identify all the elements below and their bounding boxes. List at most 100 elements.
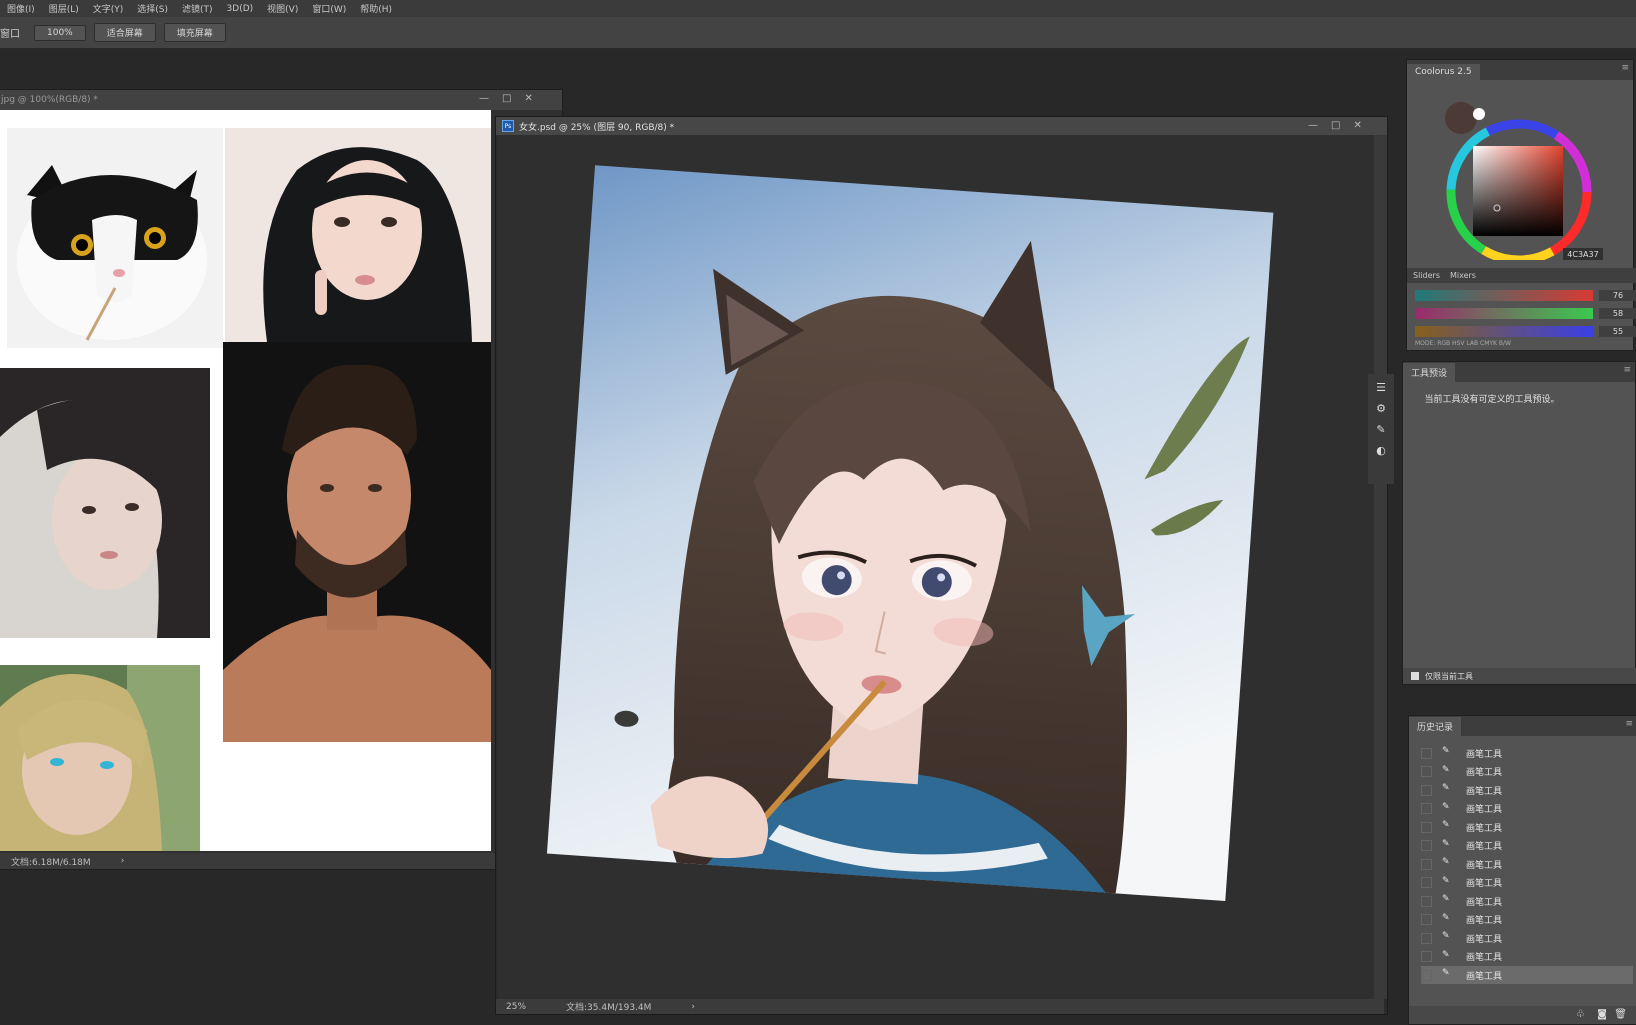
panel-menu-icon[interactable]: ≡ [1621, 63, 1629, 73]
menu-filter[interactable]: 滤镜(T) [175, 2, 220, 15]
panel-menu-icon[interactable]: ≡ [1623, 365, 1631, 375]
zoom-100-button[interactable]: 100% [34, 24, 86, 41]
history-item[interactable]: ✎ 画笔工具 [1421, 837, 1633, 855]
history-source-checkbox[interactable] [1421, 784, 1432, 796]
menu-window[interactable]: 窗口(W) [305, 2, 353, 15]
reference-collage [0, 128, 491, 851]
history-item[interactable]: ✎ 画笔工具 [1421, 874, 1633, 892]
brush-icon: ✎ [1442, 949, 1450, 960]
history-source-checkbox[interactable] [1421, 895, 1432, 907]
history-item-label: 画笔工具 [1466, 768, 1503, 778]
history-source-checkbox[interactable] [1421, 932, 1432, 944]
blue-value[interactable]: 55 [1599, 326, 1636, 337]
tab-mixers[interactable]: Mixers [1450, 271, 1476, 280]
tab-sliders[interactable]: Sliders [1413, 271, 1440, 280]
options-window-label: 窗口 [0, 29, 20, 40]
new-document-from-state-icon[interactable]: ♧ [1576, 1009, 1585, 1020]
color-wheel[interactable] [1437, 90, 1617, 260]
main-window-titlebar[interactable]: Ps 女女.psd @ 25% (图层 90, RGB/8) * [496, 117, 1387, 135]
menu-type[interactable]: 文字(Y) [86, 2, 131, 15]
history-source-checkbox[interactable] [1421, 803, 1432, 814]
coolorus-panel: Coolorus 2.5 ≡ 4C3A37 Sliders Mixers 76 … [1406, 59, 1636, 351]
menu-select[interactable]: 选择(S) [130, 2, 175, 15]
brush-icon: ✎ [1442, 820, 1450, 830]
history-item[interactable]: ✎ 画笔工具 [1421, 763, 1633, 781]
green-slider[interactable] [1415, 308, 1593, 319]
history-item[interactable]: ✎ 画笔工具 [1421, 892, 1633, 910]
status-arrow-icon[interactable]: › [691, 1002, 695, 1012]
history-item[interactable]: ✎ 画笔工具 [1421, 818, 1633, 836]
close-icon[interactable]: ✕ [524, 93, 532, 104]
menu-3d[interactable]: 3D(D) [220, 4, 261, 14]
menu-layer[interactable]: 图层(L) [42, 2, 86, 15]
history-item[interactable]: ✎ 画笔工具 [1421, 744, 1633, 762]
maximize-icon[interactable]: □ [1331, 120, 1340, 131]
history-source-checkbox[interactable] [1421, 821, 1432, 833]
brush-icon: ✎ [1442, 764, 1450, 775]
menu-help[interactable]: 帮助(H) [353, 2, 399, 15]
main-status-bar: 25% 文档:35.4M/193.4M › [496, 999, 1384, 1014]
color-mode-list[interactable]: MODE: RGB HSV LAB CMYK B/W [1415, 340, 1511, 347]
zoom-level[interactable]: 25% [506, 1002, 526, 1012]
history-item[interactable]: ✎ 画笔工具 [1421, 781, 1633, 799]
history-source-checkbox[interactable] [1421, 840, 1432, 851]
menu-bar: 图像(I) 图层(L) 文字(Y) 选择(S) 滤镜(T) 3D(D) 视图(V… [0, 0, 1636, 17]
history-source-checkbox[interactable] [1421, 858, 1432, 870]
rotated-painting [546, 165, 1274, 901]
history-tab-bar: 历史记录 [1409, 716, 1636, 736]
history-source-checkbox[interactable] [1421, 951, 1432, 962]
hex-color-field[interactable]: 4C3A37 [1563, 248, 1603, 260]
history-source-checkbox[interactable] [1421, 969, 1432, 981]
maximize-icon[interactable]: □ [502, 93, 511, 104]
panel-menu-icon[interactable]: ≡ [1625, 719, 1633, 729]
tab-tool-presets[interactable]: 工具预设 [1403, 363, 1456, 382]
menu-image[interactable]: 图像(I) [0, 2, 42, 15]
red-slider[interactable] [1415, 290, 1593, 301]
history-item-label: 画笔工具 [1466, 879, 1503, 889]
history-item[interactable]: ✎ 画笔工具 [1421, 800, 1633, 818]
tab-coolorus[interactable]: Coolorus 2.5 [1407, 64, 1480, 80]
history-source-checkbox[interactable] [1421, 877, 1432, 888]
tab-history[interactable]: 历史记录 [1409, 717, 1462, 736]
brush-icon: ✎ [1442, 838, 1450, 849]
history-item[interactable]: ✎ 画笔工具 [1421, 911, 1633, 929]
status-arrow-icon[interactable]: › [91, 856, 125, 866]
brush-icon: ✎ [1442, 875, 1450, 886]
history-item-label: 画笔工具 [1466, 971, 1503, 982]
brush-icon: ✎ [1442, 968, 1450, 978]
history-item[interactable]: ✎ 画笔工具 [1421, 855, 1633, 873]
reference-document-window[interactable]: jpg @ 100%(RGB/8) * — □ ✕ 文档:6.18M/6.18M… [0, 89, 563, 870]
main-document-window[interactable]: Ps 女女.psd @ 25% (图层 90, RGB/8) * — □ ✕ 2… [495, 116, 1388, 1015]
camera-snapshot-icon[interactable]: ◙ [1597, 1009, 1607, 1020]
menu-view[interactable]: 视图(V) [260, 2, 305, 15]
reference-board-canvas[interactable] [0, 110, 491, 851]
brush-preset-icon[interactable]: ✎ [1374, 423, 1388, 437]
red-value[interactable]: 76 [1599, 290, 1636, 301]
history-source-checkbox[interactable] [1421, 914, 1432, 925]
vertical-scrollbar[interactable] [1374, 135, 1387, 999]
history-list[interactable]: ✎ 画笔工具 ✎ 画笔工具 ✎ 画笔工具 ✎ 画笔工具 ✎ 画笔工具 ✎ 画笔工具 ✎ 画笔工具 ✎ 画笔工具… [1409, 740, 1636, 1002]
current-tool-only-checkbox[interactable] [1411, 672, 1419, 680]
history-source-checkbox[interactable] [1421, 766, 1432, 777]
blue-slider[interactable] [1415, 326, 1593, 337]
minimize-icon[interactable]: — [1308, 120, 1318, 131]
color-icon[interactable]: ◐ [1374, 444, 1388, 458]
tool-presets-tab-bar: 工具预设 [1403, 362, 1635, 382]
history-item[interactable]: ✎ 画笔工具 [1421, 948, 1633, 966]
trash-icon[interactable]: 🗑 [1614, 1009, 1627, 1020]
adjust-icon[interactable]: ⚙ [1374, 402, 1388, 416]
minimize-icon[interactable]: — [479, 93, 489, 104]
painting-canvas[interactable] [498, 135, 1374, 999]
tool-presets-panel: 工具预设 ≡ 当前工具没有可定义的工具预设。 仅限当前工具 [1402, 361, 1636, 685]
green-value[interactable]: 58 [1599, 308, 1636, 319]
history-item-label: 画笔工具 [1466, 842, 1503, 852]
history-item[interactable]: ✎ 画笔工具 [1421, 966, 1633, 984]
main-canvas-area[interactable] [498, 135, 1374, 999]
close-icon[interactable]: ✕ [1353, 120, 1361, 131]
sliders-icon[interactable]: ☰ [1374, 381, 1388, 395]
history-item[interactable]: ✎ 画笔工具 [1421, 929, 1633, 947]
reference-window-titlebar[interactable]: jpg @ 100%(RGB/8) * [0, 90, 562, 110]
history-source-checkbox[interactable] [1421, 747, 1432, 759]
fit-screen-button[interactable]: 适合屏幕 [93, 23, 156, 42]
fill-screen-button[interactable]: 填充屏幕 [163, 23, 226, 42]
